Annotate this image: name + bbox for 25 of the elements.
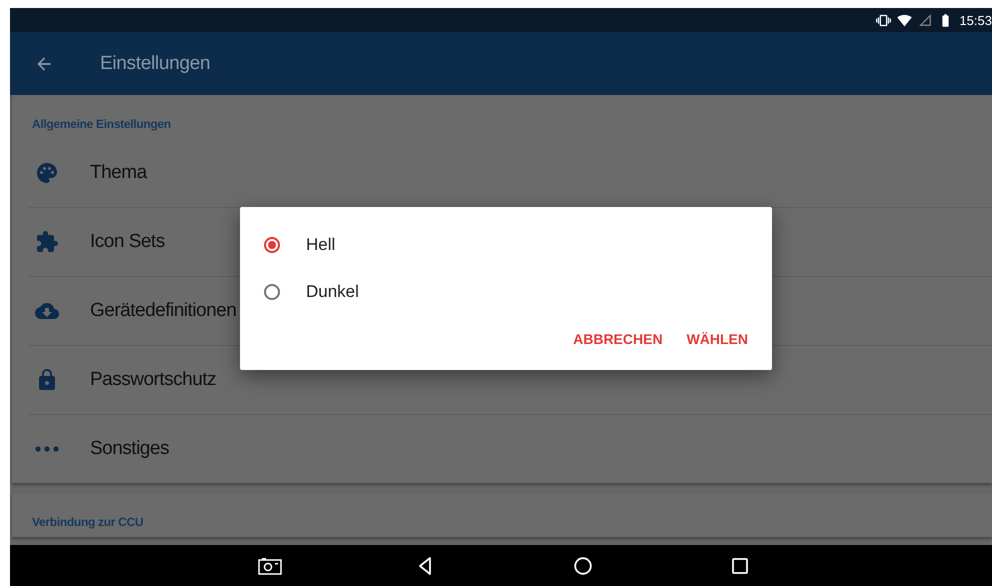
option-label[interactable]: Hell	[306, 234, 336, 254]
palette-icon	[35, 161, 59, 185]
radio-button[interactable]	[264, 284, 280, 300]
choose-button[interactable]: WÄHLEN	[678, 325, 756, 353]
recents-nav-icon[interactable]	[732, 558, 748, 574]
settings-item[interactable]: Gerätedefinitionen	[90, 300, 236, 322]
vibrate-icon	[876, 12, 892, 28]
option-label[interactable]: Dunkel	[306, 282, 359, 302]
more-icon	[35, 446, 59, 452]
settings-item[interactable]: Thema	[90, 162, 147, 184]
section-header: Verbindung zur CCU	[32, 515, 144, 529]
section-header: Allgemeine Einstellungen	[32, 117, 172, 131]
settings-item[interactable]: Icon Sets	[90, 231, 165, 253]
clock-time: 15:53	[959, 12, 992, 28]
cellular-icon	[918, 13, 932, 27]
wifi-icon	[897, 12, 912, 28]
radio-button[interactable]	[264, 236, 280, 252]
settings-item[interactable]: Sonstiges	[90, 438, 169, 460]
back-nav-icon[interactable]	[418, 556, 432, 574]
cancel-button[interactable]: ABBRECHEN	[565, 325, 671, 353]
puzzle-icon	[35, 230, 59, 254]
home-nav-icon[interactable]	[574, 556, 592, 574]
camera-icon[interactable]	[258, 556, 282, 574]
app-bar-title: Einstellungen	[100, 52, 210, 74]
settings-item[interactable]: Passwortschutz	[90, 369, 216, 391]
